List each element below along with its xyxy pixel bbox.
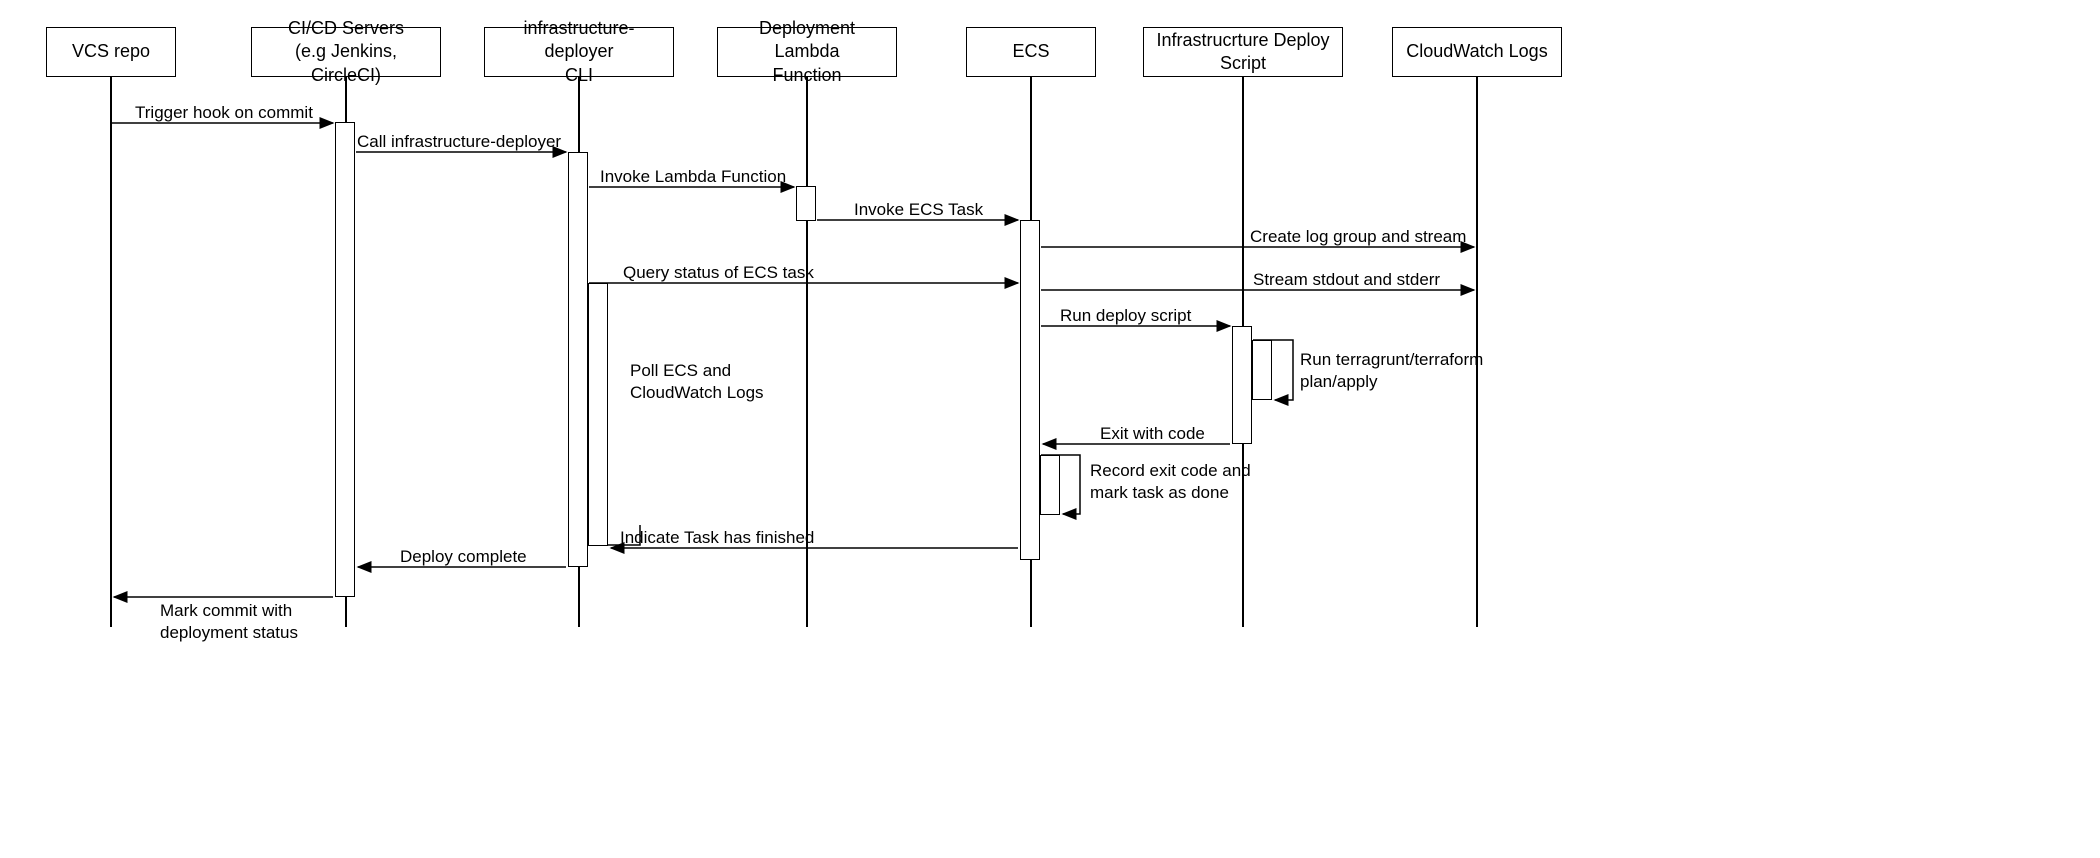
activation-ecs-record: [1040, 455, 1060, 515]
participant-infra-deploy-script: Infrastrucrture DeployScript: [1143, 27, 1343, 77]
participant-deployment-lambda: Deployment LambdaFunction: [717, 27, 897, 77]
participant-label: ECS: [1012, 40, 1049, 63]
activation-cli: [568, 152, 588, 567]
participant-label: VCS repo: [72, 40, 150, 63]
msg-invoke-lambda: Invoke Lambda Function: [600, 166, 786, 188]
msg-poll-ecs: Poll ECS andCloudWatch Logs: [630, 360, 800, 404]
msg-stream-stdout: Stream stdout and stderr: [1253, 269, 1440, 291]
participant-infra-deployer-cli: infrastructure-deployerCLI: [484, 27, 674, 77]
msg-create-log: Create log group and stream: [1250, 226, 1466, 248]
msg-run-terragrunt: Run terragrunt/terraformplan/apply: [1300, 349, 1520, 393]
lifeline-vcs: [110, 77, 112, 627]
msg-run-deploy-script: Run deploy script: [1060, 305, 1191, 327]
sequence-diagram: VCS repo CI/CD Servers(e.g Jenkins, Circ…: [0, 0, 2100, 858]
msg-trigger-hook: Trigger hook on commit: [135, 102, 313, 124]
activation-ecs: [1020, 220, 1040, 560]
msg-mark-commit: Mark commit withdeployment status: [160, 600, 340, 644]
msg-deploy-complete: Deploy complete: [400, 546, 527, 568]
participant-cicd-servers: CI/CD Servers(e.g Jenkins, CircleCI): [251, 27, 441, 77]
msg-indicate-finished: Indicate Task has finished: [620, 527, 814, 549]
activation-cicd: [335, 122, 355, 597]
msg-record-exit: Record exit code andmark task as done: [1090, 460, 1290, 504]
msg-exit-code: Exit with code: [1100, 423, 1205, 445]
activation-script-run: [1252, 340, 1272, 400]
msg-invoke-ecs: Invoke ECS Task: [854, 199, 983, 221]
activation-lambda: [796, 186, 816, 221]
participant-label: CloudWatch Logs: [1406, 40, 1547, 63]
participant-label: Infrastrucrture DeployScript: [1156, 29, 1329, 76]
arrows-layer: [0, 0, 2100, 858]
activation-script: [1232, 326, 1252, 444]
msg-query-status: Query status of ECS task: [623, 262, 814, 284]
participant-vcs-repo: VCS repo: [46, 27, 176, 77]
participant-cloudwatch-logs: CloudWatch Logs: [1392, 27, 1562, 77]
activation-cli-poll: [588, 283, 608, 546]
msg-call-deployer: Call infrastructure-deployer: [357, 131, 561, 153]
participant-ecs: ECS: [966, 27, 1096, 77]
